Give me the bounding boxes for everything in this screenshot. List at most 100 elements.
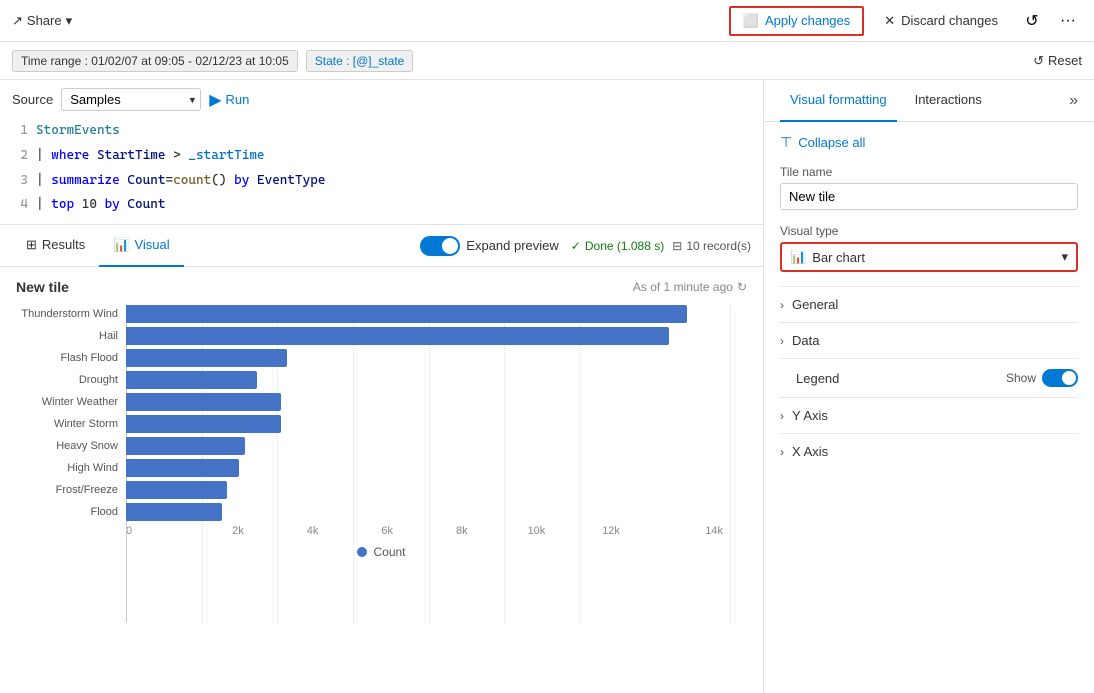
chart-legend: Count — [16, 545, 747, 559]
timestamp-label: As of 1 minute ago — [633, 280, 733, 294]
share-button[interactable]: ↗ Share ▾ — [12, 13, 72, 29]
y-axis-section[interactable]: › Y Axis — [780, 397, 1078, 433]
bar-label-thunderstorm: Thunderstorm Wind — [16, 308, 126, 320]
reset-button[interactable]: ↺ Reset — [1033, 53, 1082, 69]
bar-label-flood: Flood — [16, 506, 126, 518]
general-section[interactable]: › General — [780, 286, 1078, 322]
x-tick-7: 14k — [648, 525, 723, 537]
general-section-label: General — [792, 297, 1078, 312]
chart-area: New tile As of 1 minute ago ↻ — [0, 267, 763, 693]
refresh-button[interactable]: ↺ — [1018, 7, 1046, 35]
visual-formatting-tab-label: Visual formatting — [790, 92, 887, 107]
collapse-all-button[interactable]: ⊤ Collapse all — [780, 134, 1078, 151]
bar-fill-flashflood — [126, 349, 287, 367]
bar-row-heavysnow: Heavy Snow — [16, 437, 723, 455]
bar-track-flashflood — [126, 349, 723, 367]
line-num-3: 3 — [12, 171, 28, 192]
status-done: ✓ Done (1.088 s) — [571, 239, 664, 253]
bar-fill-drought — [126, 371, 257, 389]
source-label: Source — [12, 92, 53, 107]
x-tick-2: 4k — [275, 525, 350, 537]
line-num-4: 4 — [12, 195, 28, 216]
bar-track-heavysnow — [126, 437, 723, 455]
apply-changes-label: Apply changes — [765, 13, 850, 28]
bar-fill-thunderstorm — [126, 305, 687, 323]
x-axis: 0 2k 4k 6k 8k 10k 12k 14k — [16, 525, 747, 537]
x-tick-3: 6k — [350, 525, 425, 537]
bar-fill-frostfreeze — [126, 481, 227, 499]
bar-row-frostfreeze: Frost/Freeze — [16, 481, 723, 499]
tab-results[interactable]: ⊞ Results — [12, 225, 99, 267]
reset-label: Reset — [1048, 53, 1082, 68]
source-select[interactable]: Samples — [61, 88, 201, 111]
x-axis-section[interactable]: › X Axis — [780, 433, 1078, 469]
top-bar: ↗ Share ▾ ⬜ Apply changes ✕ Discard chan… — [0, 0, 1094, 42]
chart-timestamp: As of 1 minute ago ↻ — [633, 280, 747, 294]
table-icon: ⊞ — [26, 237, 37, 253]
visual-icon: 📊 — [113, 237, 129, 253]
bar-track-flood — [126, 503, 723, 521]
toggle-knob — [442, 238, 458, 254]
legend-show-label: Show — [1006, 371, 1036, 385]
time-range-badge: Time range : 01/02/07 at 09:05 - 02/12/2… — [12, 50, 298, 72]
bar-fill-winterstorm — [126, 415, 281, 433]
visual-type-label: Visual type — [780, 224, 1078, 238]
visual-type-value: Bar chart — [812, 250, 865, 265]
bar-fill-winterweather — [126, 393, 281, 411]
run-label: Run — [226, 92, 250, 107]
state-badge: State : [@]_state — [306, 50, 414, 72]
bar-fill-hail — [126, 327, 669, 345]
run-button[interactable]: ▶ Run — [209, 90, 249, 110]
legend-toggle[interactable] — [1042, 369, 1078, 387]
refresh-chart-icon[interactable]: ↻ — [737, 280, 747, 294]
bar-row-thunderstorm: Thunderstorm Wind — [16, 305, 723, 323]
y-axis-section-label: Y Axis — [792, 408, 1078, 423]
expand-panel-button[interactable]: » — [1069, 92, 1078, 110]
code-line-1: 1 StormEvents — [12, 121, 751, 142]
expand-preview-toggle[interactable] — [420, 236, 460, 256]
bar-row-drought: Drought — [16, 371, 723, 389]
state-value: [@]_state — [353, 54, 405, 68]
legend-section: Legend Show — [780, 358, 1078, 397]
apply-changes-button[interactable]: ⬜ Apply changes — [729, 6, 864, 36]
tab-visual-formatting[interactable]: Visual formatting — [780, 80, 897, 122]
run-icon: ▶ — [209, 90, 221, 110]
expand-preview-label: Expand preview — [466, 238, 559, 253]
code-content-2: | where StartTime > _startTime — [36, 146, 265, 167]
apply-changes-icon: ⬜ — [743, 13, 759, 29]
done-icon: ✓ — [571, 239, 581, 253]
more-options-button[interactable]: ··· — [1054, 7, 1082, 35]
chart-header: New tile As of 1 minute ago ↻ — [16, 279, 747, 295]
bar-fill-flood — [126, 503, 222, 521]
code-content-1: StormEvents — [36, 121, 120, 142]
line-num-1: 1 — [12, 121, 28, 142]
discard-changes-button[interactable]: ✕ Discard changes — [872, 8, 1010, 34]
share-label: Share — [27, 13, 62, 28]
records-icon: ⊟ — [672, 239, 682, 253]
main-layout: Source Samples ▶ Run 1 StormEvents 2 | — [0, 80, 1094, 693]
bar-label-winterweather: Winter Weather — [16, 396, 126, 408]
interactions-tab-label: Interactions — [915, 92, 982, 107]
tile-name-input[interactable] — [780, 183, 1078, 210]
tab-interactions[interactable]: Interactions — [905, 80, 992, 122]
bar-label-winterstorm: Winter Storm — [16, 418, 126, 430]
x-tick-4: 8k — [425, 525, 500, 537]
bar-label-flashflood: Flash Flood — [16, 352, 126, 364]
bar-track-drought — [126, 371, 723, 389]
tabs-bar: ⊞ Results 📊 Visual Expand preview ✓ Done… — [0, 225, 763, 267]
bar-label-drought: Drought — [16, 374, 126, 386]
code-line-4: 4 | top 10 by Count — [12, 195, 751, 216]
bar-fill-heavysnow — [126, 437, 245, 455]
tab-visual[interactable]: 📊 Visual — [99, 225, 183, 267]
bar-track-thunderstorm — [126, 305, 723, 323]
x-tick-0: 0 — [126, 525, 201, 537]
bar-row-flood: Flood — [16, 503, 723, 521]
right-panel-content: ⊤ Collapse all Tile name Visual type 📊 B… — [764, 122, 1094, 693]
source-select-wrapper: Samples — [61, 88, 201, 111]
bar-row-winterstorm: Winter Storm — [16, 415, 723, 433]
data-section[interactable]: › Data — [780, 322, 1078, 358]
second-bar: Time range : 01/02/07 at 09:05 - 02/12/2… — [0, 42, 1094, 80]
right-panel: Visual formatting Interactions » ⊤ Colla… — [764, 80, 1094, 693]
visual-type-dropdown[interactable]: 📊 Bar chart ▾ — [780, 242, 1078, 272]
bar-row-flashflood: Flash Flood — [16, 349, 723, 367]
